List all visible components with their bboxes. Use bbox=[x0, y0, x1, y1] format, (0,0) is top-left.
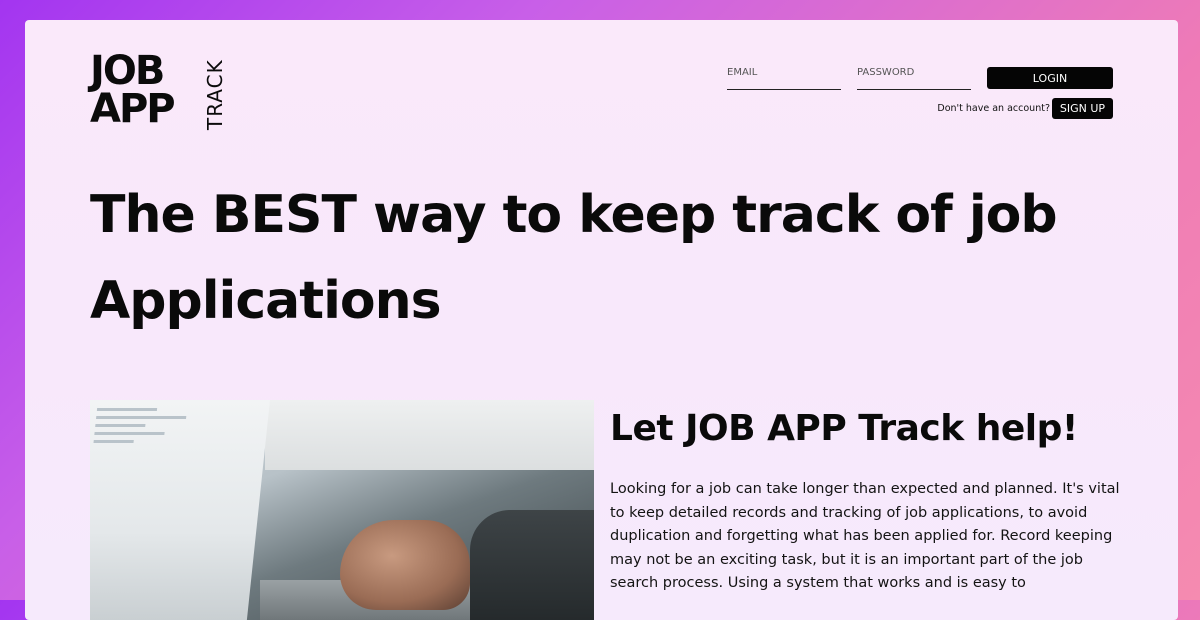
login-button[interactable]: LOGIN bbox=[987, 67, 1113, 89]
main-card: JOB APP TRACK EMAIL PASSWORD LOGIN Don't… bbox=[25, 20, 1178, 620]
password-placeholder: PASSWORD bbox=[857, 67, 915, 78]
hero-line-2: Applications bbox=[90, 271, 442, 331]
no-account-text: Don't have an account? bbox=[937, 103, 1050, 114]
photo-hand bbox=[340, 520, 470, 610]
photo-monitor bbox=[265, 400, 594, 470]
laptop-photo bbox=[90, 400, 594, 620]
logo-line-track: TRACK bbox=[203, 59, 227, 130]
logo[interactable]: JOB APP TRACK bbox=[90, 48, 227, 132]
photo-laptop-screen bbox=[90, 400, 270, 620]
email-field[interactable]: EMAIL bbox=[727, 67, 841, 90]
logo-line-app: APP bbox=[90, 86, 176, 132]
photo-sleeve bbox=[470, 510, 594, 620]
hero-heading: The BEST way to keep track of job Applic… bbox=[90, 172, 1090, 344]
section-paragraph: Looking for a job can take longer than e… bbox=[610, 481, 1120, 591]
email-placeholder: EMAIL bbox=[727, 67, 758, 78]
signup-button[interactable]: SIGN UP bbox=[1052, 98, 1113, 119]
logo-line-job: JOB bbox=[90, 48, 165, 94]
password-field[interactable]: PASSWORD bbox=[857, 67, 971, 90]
hero-line-1: The BEST way to keep track of job bbox=[90, 185, 1058, 245]
section-heading: Let JOB APP Track help! bbox=[610, 408, 1078, 449]
